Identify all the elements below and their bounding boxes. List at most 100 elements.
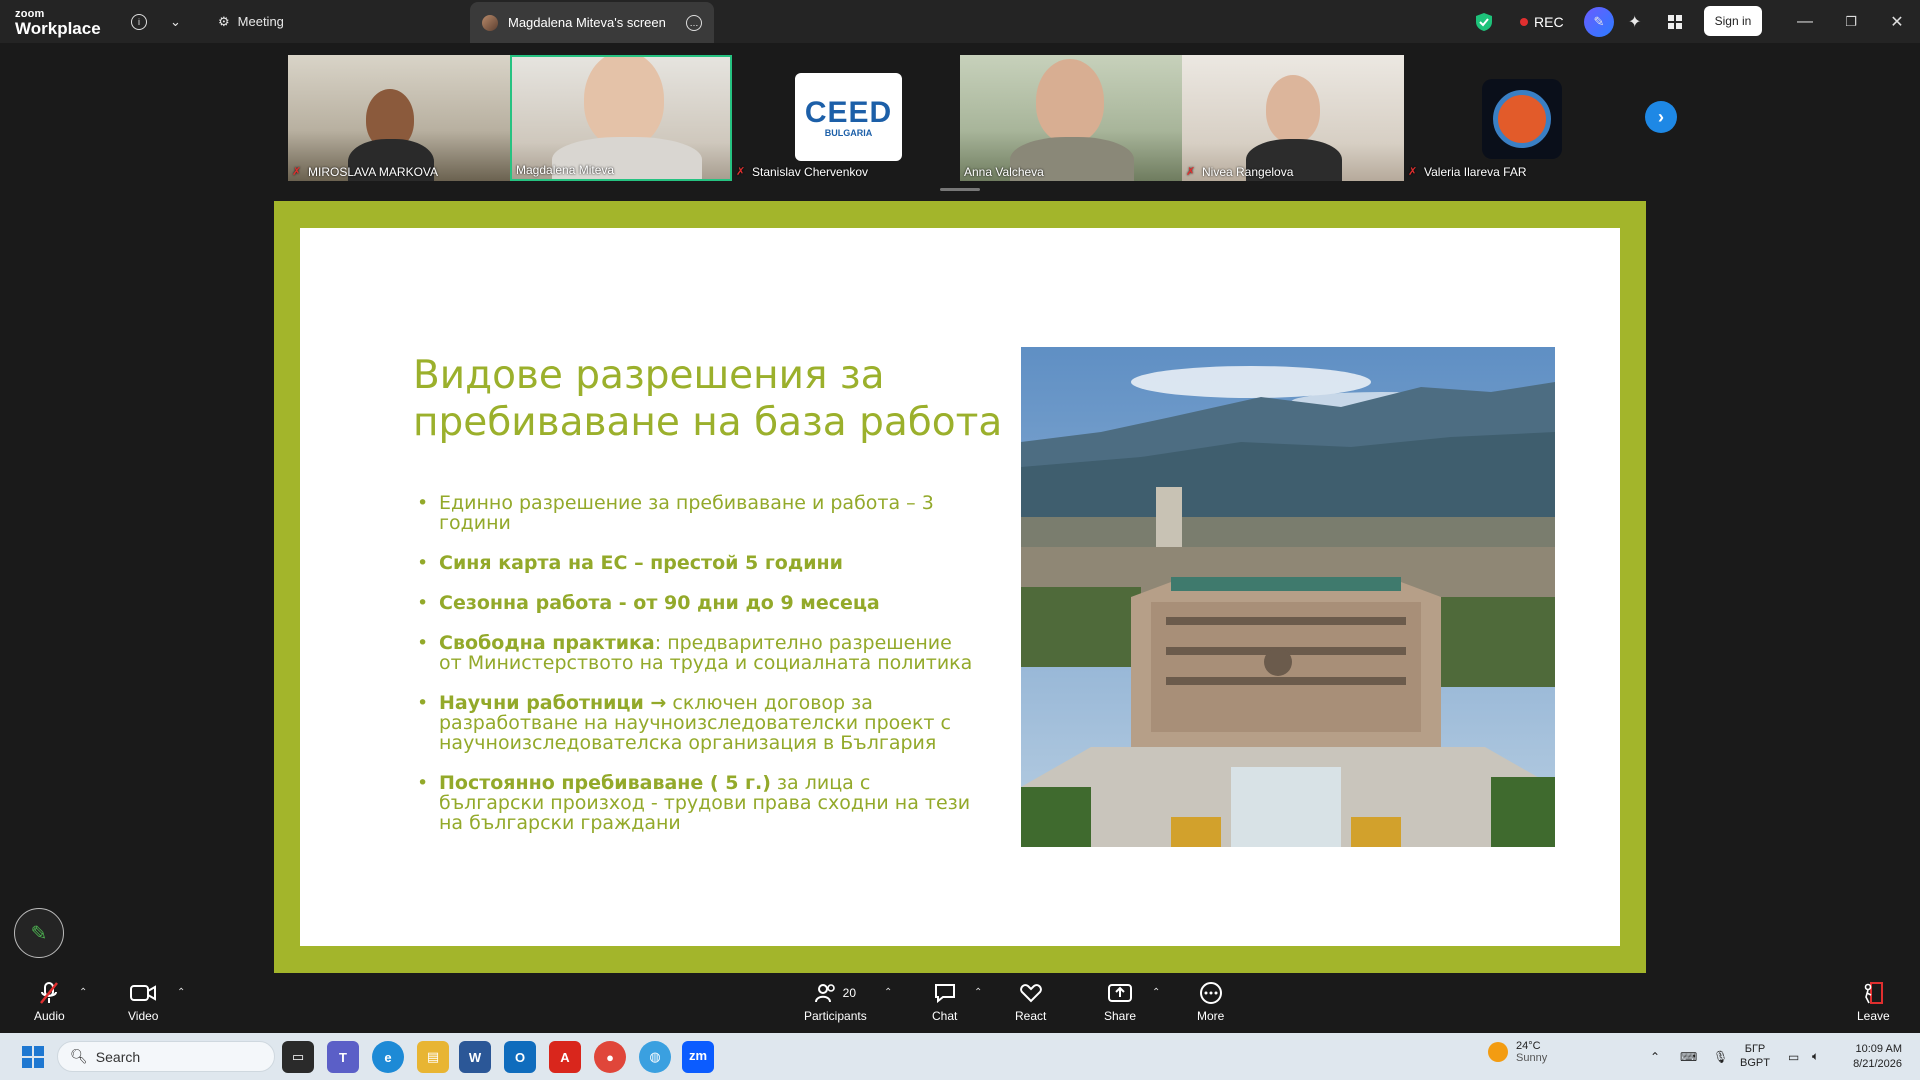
chevron-down-icon[interactable]: ⌄ — [170, 0, 181, 43]
file-explorer-icon[interactable]: ▤ — [417, 1041, 449, 1073]
close-icon[interactable]: ✕ — [1874, 0, 1920, 43]
volume-icon[interactable]: 🔈︎ — [1812, 1033, 1819, 1080]
avatar — [482, 14, 498, 31]
slide-bullets: Единно разрешение за пребиваване и работ… — [413, 493, 973, 853]
globe-app-icon[interactable]: ◍ — [639, 1041, 671, 1073]
participant-name: Magdalena Miteva — [516, 163, 615, 177]
react-label: React — [1015, 1009, 1047, 1023]
sign-in-button[interactable]: Sign in — [1704, 6, 1762, 36]
gallery-resize-handle[interactable] — [940, 188, 980, 191]
rec-dot-icon — [1520, 17, 1528, 26]
participant-tile[interactable]: ✗ Nivea Rangelova — [1182, 55, 1404, 181]
mic-muted-icon: ✗ — [736, 166, 746, 178]
outlook-icon[interactable]: O — [504, 1041, 536, 1073]
more-label: More — [1197, 1009, 1225, 1023]
chrome-icon[interactable]: ● — [594, 1041, 626, 1073]
windows-taskbar: 🔍︎ Search ▭ T e ▤ W O A ● ◍ zm 24°C Sunn… — [0, 1033, 1920, 1080]
more-dots-icon — [1199, 981, 1223, 1005]
microphone-icon[interactable]: 🎙︎ — [1713, 1033, 1728, 1080]
participant-name: Anna Valcheva — [964, 165, 1044, 179]
edge-icon[interactable]: e — [372, 1041, 404, 1073]
taskbar-search-box[interactable]: 🔍︎ Search — [57, 1041, 275, 1072]
participant-count: 20 — [842, 986, 857, 1000]
participant-tile[interactable]: Anna Valcheva — [960, 55, 1182, 181]
share-button[interactable]: Share — [1104, 981, 1136, 1023]
chat-label: Chat — [932, 1009, 958, 1023]
ceed-bulgaria-logo: CEED BULGARIA — [795, 73, 902, 161]
meeting-tab-label: Meeting — [237, 14, 284, 29]
video-camera-icon — [130, 981, 157, 1005]
heart-icon — [1019, 981, 1042, 1005]
share-options-chevron-icon[interactable]: ⌃ — [1152, 987, 1160, 998]
participant-gallery: ✗ MIROSLAVA MARKOVA Magdalena Miteva ✗ Sta… — [0, 43, 1920, 195]
slide-title: Видове разрешения за пребиваване на база… — [413, 353, 1003, 445]
tab-shared-screen[interactable]: Magdalena Miteva's screen … — [470, 2, 714, 43]
teams-icon[interactable]: T — [327, 1041, 359, 1073]
minimize-icon[interactable]: — — [1782, 0, 1828, 43]
more-button[interactable]: More — [1197, 981, 1224, 1023]
ai-companion-icon[interactable]: ✎ — [1584, 0, 1614, 43]
meeting-controls-toolbar: Audio ⌃ Video ⌃ 20 Participants ⌃ Chat ⌃… — [0, 975, 1920, 1033]
title-bar: zoom Workplace i ⌄ ⚙ Meeting Magdalena M… — [0, 0, 1920, 43]
participants-icon: 20 — [814, 981, 857, 1005]
encryption-shield-icon[interactable] — [1476, 0, 1492, 43]
annotate-pencil-icon[interactable]: ✎ — [14, 908, 64, 958]
weather-temp: 24°C — [1516, 1040, 1541, 1052]
more-options-icon[interactable]: … — [686, 14, 702, 31]
gallery-next-button[interactable]: › — [1645, 101, 1677, 133]
share-screen-icon — [1108, 981, 1133, 1005]
bullet-item: Синя карта на ЕС – престой 5 години — [413, 553, 973, 573]
participant-tile-active-speaker[interactable]: Magdalena Miteva — [510, 55, 732, 181]
chat-bubble-icon — [934, 981, 956, 1005]
bullet-item: Сезонна работа - от 90 дни до 9 месеца — [413, 593, 973, 613]
windows-start-icon[interactable] — [22, 1046, 44, 1068]
acrobat-icon[interactable]: A — [549, 1041, 581, 1073]
input-language-indicator[interactable]: БГР BGPT — [1740, 1042, 1770, 1070]
bullet-item: Свободна практика: предварително разреше… — [413, 633, 973, 673]
zoom-workplace-logo: zoom Workplace — [15, 9, 101, 38]
search-icon: 🔍︎ — [70, 1048, 88, 1064]
sofia-ndk-photo — [1021, 347, 1555, 847]
share-label: Share — [1104, 1009, 1137, 1023]
meeting-tab[interactable]: ⚙ Meeting — [218, 0, 284, 43]
bullet-item: Научни работници → сключен договор за ра… — [413, 693, 973, 753]
show-hidden-icons-chevron-icon[interactable]: ⌃ — [1650, 1033, 1660, 1080]
audio-button[interactable]: Audio — [34, 981, 65, 1023]
participants-button[interactable]: 20 Participants — [804, 981, 867, 1023]
sparkle-icon[interactable]: ✦ — [1628, 0, 1641, 43]
participants-label: Participants — [804, 1009, 867, 1023]
mic-muted-icon: ✗ — [1408, 166, 1418, 178]
weather-desc: Sunny — [1516, 1052, 1548, 1064]
rec-label: REC — [1534, 13, 1564, 30]
weather-widget[interactable]: 24°C Sunny — [1488, 1040, 1547, 1064]
network-icon[interactable]: ▭ — [1788, 1033, 1799, 1080]
video-button[interactable]: Video — [128, 981, 158, 1023]
chat-options-chevron-icon[interactable]: ⌃ — [974, 987, 982, 998]
task-view-icon[interactable]: ▭ — [282, 1041, 314, 1073]
far-lighthouse-logo — [1482, 79, 1562, 159]
zoom-taskbar-icon[interactable]: zm — [682, 1041, 714, 1073]
keyboard-icon[interactable]: ⌨ — [1680, 1033, 1697, 1080]
participant-tile[interactable]: ✗ MIROSLAVA MARKOVA — [288, 55, 510, 181]
meeting-info-icon[interactable]: i — [131, 0, 147, 43]
sun-icon — [1488, 1042, 1508, 1062]
audio-options-chevron-icon[interactable]: ⌃ — [79, 987, 87, 998]
search-placeholder: Search — [95, 1048, 141, 1065]
brand-big: Workplace — [15, 19, 101, 38]
video-label: Video — [128, 1009, 159, 1023]
recording-indicator[interactable]: REC — [1520, 0, 1564, 43]
taskbar-clock[interactable]: 10:09 AM 8/21/2026 — [1840, 1042, 1902, 1072]
restore-icon[interactable]: ❐ — [1828, 0, 1874, 43]
participants-options-chevron-icon[interactable]: ⌃ — [884, 987, 892, 998]
leave-button[interactable]: Leave — [1857, 981, 1890, 1023]
participant-name: ✗ Valeria Ilareva FAR — [1408, 165, 1527, 179]
chat-button[interactable]: Chat — [932, 981, 957, 1023]
video-options-chevron-icon[interactable]: ⌃ — [177, 987, 185, 998]
word-icon[interactable]: W — [459, 1041, 491, 1073]
mic-muted-icon: ✗ — [1186, 166, 1196, 178]
apps-grid-icon[interactable] — [1668, 0, 1682, 43]
slide-frame: Видове разрешения за пребиваване на база… — [274, 201, 1646, 973]
audio-label: Audio — [34, 1009, 65, 1023]
participant-name: ✗ Stanislav Chervenkov — [736, 165, 869, 179]
react-button[interactable]: React — [1015, 981, 1046, 1023]
